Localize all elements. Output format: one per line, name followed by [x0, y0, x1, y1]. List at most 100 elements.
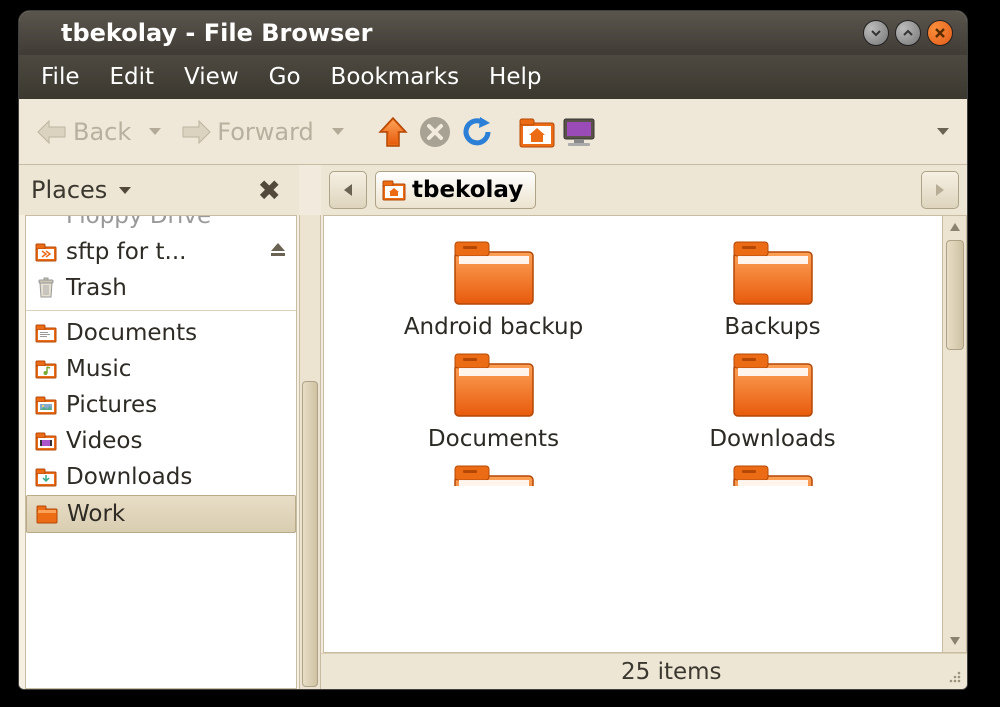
- places-dropdown-icon[interactable]: [119, 187, 131, 194]
- close-sidebar-button[interactable]: ✖: [252, 174, 287, 207]
- documents-folder-icon: [34, 322, 58, 344]
- sidebar: Places ✖ Floppy Drive sftp for t...: [19, 165, 299, 689]
- sidebar-item-label: Work: [67, 501, 125, 527]
- places-header: Places ✖: [19, 165, 299, 215]
- sidebar-item-pictures[interactable]: Pictures: [26, 387, 296, 423]
- places-list: Floppy Drive sftp for t... Trash: [25, 215, 297, 689]
- sidebar-item-label: Documents: [66, 320, 197, 346]
- folder-item[interactable]: Android backup: [364, 236, 624, 340]
- menu-bookmarks[interactable]: Bookmarks: [317, 60, 474, 94]
- back-arrow-icon: [35, 118, 69, 146]
- folder-icon: [449, 460, 539, 486]
- sidebar-item-label: Videos: [66, 428, 142, 454]
- reload-button[interactable]: [458, 113, 496, 151]
- sidebar-item-work[interactable]: Work: [26, 495, 296, 533]
- folder-item[interactable]: Downloads: [643, 348, 903, 452]
- folder-item[interactable]: Documents: [364, 348, 624, 452]
- pathbar: tbekolay: [321, 165, 967, 215]
- toolbar-overflow-dropdown[interactable]: [937, 128, 949, 135]
- path-segment-current[interactable]: tbekolay: [375, 171, 536, 209]
- remote-folder-icon: [34, 241, 58, 263]
- sidebar-item-label: Trash: [66, 275, 127, 301]
- folder-icon: [728, 460, 818, 486]
- folder-icon: [35, 503, 59, 525]
- scroll-up-button[interactable]: [943, 216, 966, 238]
- minimize-button[interactable]: [863, 20, 889, 46]
- downloads-folder-icon: [34, 466, 58, 488]
- folder-label: Downloads: [709, 426, 835, 452]
- folder-icon: [449, 236, 539, 310]
- home-folder-button[interactable]: [518, 113, 556, 151]
- folder-icon: [449, 348, 539, 422]
- window-title: tbekolay - File Browser: [33, 19, 863, 47]
- main-area: tbekolay: [321, 165, 967, 689]
- computer-icon: [560, 115, 598, 149]
- stop-icon: [418, 115, 452, 149]
- forward-button[interactable]: Forward: [173, 114, 320, 150]
- menu-file[interactable]: File: [27, 60, 94, 94]
- menu-edit[interactable]: Edit: [96, 60, 169, 94]
- menubar: File Edit View Go Bookmarks Help: [19, 55, 967, 99]
- back-history-dropdown[interactable]: [149, 128, 161, 135]
- sidebar-item-videos[interactable]: Videos: [26, 423, 296, 459]
- sidebar-item-trash[interactable]: Trash: [26, 270, 296, 306]
- up-button[interactable]: [374, 113, 412, 151]
- close-button[interactable]: [927, 20, 953, 46]
- trash-icon: [34, 277, 58, 299]
- triangle-right-icon: [933, 182, 947, 198]
- sidebar-item-music[interactable]: Music: [26, 351, 296, 387]
- sidebar-item-floppy[interactable]: Floppy Drive: [26, 215, 296, 234]
- resize-handle[interactable]: [945, 667, 963, 685]
- back-button[interactable]: Back: [29, 114, 137, 150]
- toolbar: Back Forward: [19, 99, 967, 165]
- statusbar: 25 items: [321, 653, 967, 689]
- reload-icon: [460, 115, 494, 149]
- places-label[interactable]: Places: [31, 176, 107, 204]
- scrollbar-thumb[interactable]: [946, 240, 964, 350]
- path-back-button[interactable]: [329, 171, 367, 209]
- sidebar-item-documents[interactable]: Documents: [26, 315, 296, 351]
- menu-view[interactable]: View: [170, 60, 253, 94]
- folder-view[interactable]: Android backup Backu: [323, 215, 943, 653]
- home-folder-icon: [518, 115, 556, 149]
- folder-label: Android backup: [404, 314, 583, 340]
- folder-item[interactable]: [643, 460, 903, 486]
- computer-button[interactable]: [560, 113, 598, 151]
- eject-button[interactable]: [268, 239, 288, 265]
- stop-button[interactable]: [416, 113, 454, 151]
- menu-help[interactable]: Help: [475, 60, 555, 94]
- maximize-button[interactable]: [895, 20, 921, 46]
- videos-folder-icon: [34, 430, 58, 452]
- titlebar[interactable]: tbekolay - File Browser: [19, 11, 967, 55]
- sidebar-item-downloads[interactable]: Downloads: [26, 459, 296, 495]
- sidebar-item-sftp[interactable]: sftp for t...: [26, 234, 296, 270]
- triangle-up-icon: [949, 222, 961, 232]
- status-text: 25 items: [621, 659, 722, 685]
- triangle-down-icon: [949, 636, 961, 646]
- window-controls: [863, 20, 953, 46]
- scrollbar-thumb[interactable]: [302, 381, 318, 687]
- folder-label: Documents: [428, 426, 559, 452]
- home-folder-icon: [382, 179, 406, 201]
- triangle-left-icon: [341, 182, 355, 198]
- back-label: Back: [73, 118, 131, 146]
- path-segment-label: tbekolay: [412, 177, 523, 203]
- sidebar-scrollbar[interactable]: [299, 215, 321, 689]
- sidebar-item-label: Floppy Drive: [66, 215, 211, 229]
- up-arrow-icon: [376, 115, 410, 149]
- chevron-down-icon: [869, 26, 883, 40]
- folder-item[interactable]: Backups: [643, 236, 903, 340]
- sidebar-item-label: sftp for t...: [66, 239, 187, 265]
- folder-icon: [728, 348, 818, 422]
- path-forward-button[interactable]: [921, 171, 959, 209]
- content-scrollbar[interactable]: [943, 215, 967, 653]
- eject-icon: [268, 239, 288, 259]
- sidebar-item-label: Music: [66, 356, 131, 382]
- menu-go[interactable]: Go: [255, 60, 315, 94]
- folder-icon: [728, 236, 818, 310]
- scroll-down-button[interactable]: [943, 630, 966, 652]
- music-folder-icon: [34, 358, 58, 380]
- pictures-folder-icon: [34, 394, 58, 416]
- forward-history-dropdown[interactable]: [332, 128, 344, 135]
- folder-item[interactable]: [364, 460, 624, 486]
